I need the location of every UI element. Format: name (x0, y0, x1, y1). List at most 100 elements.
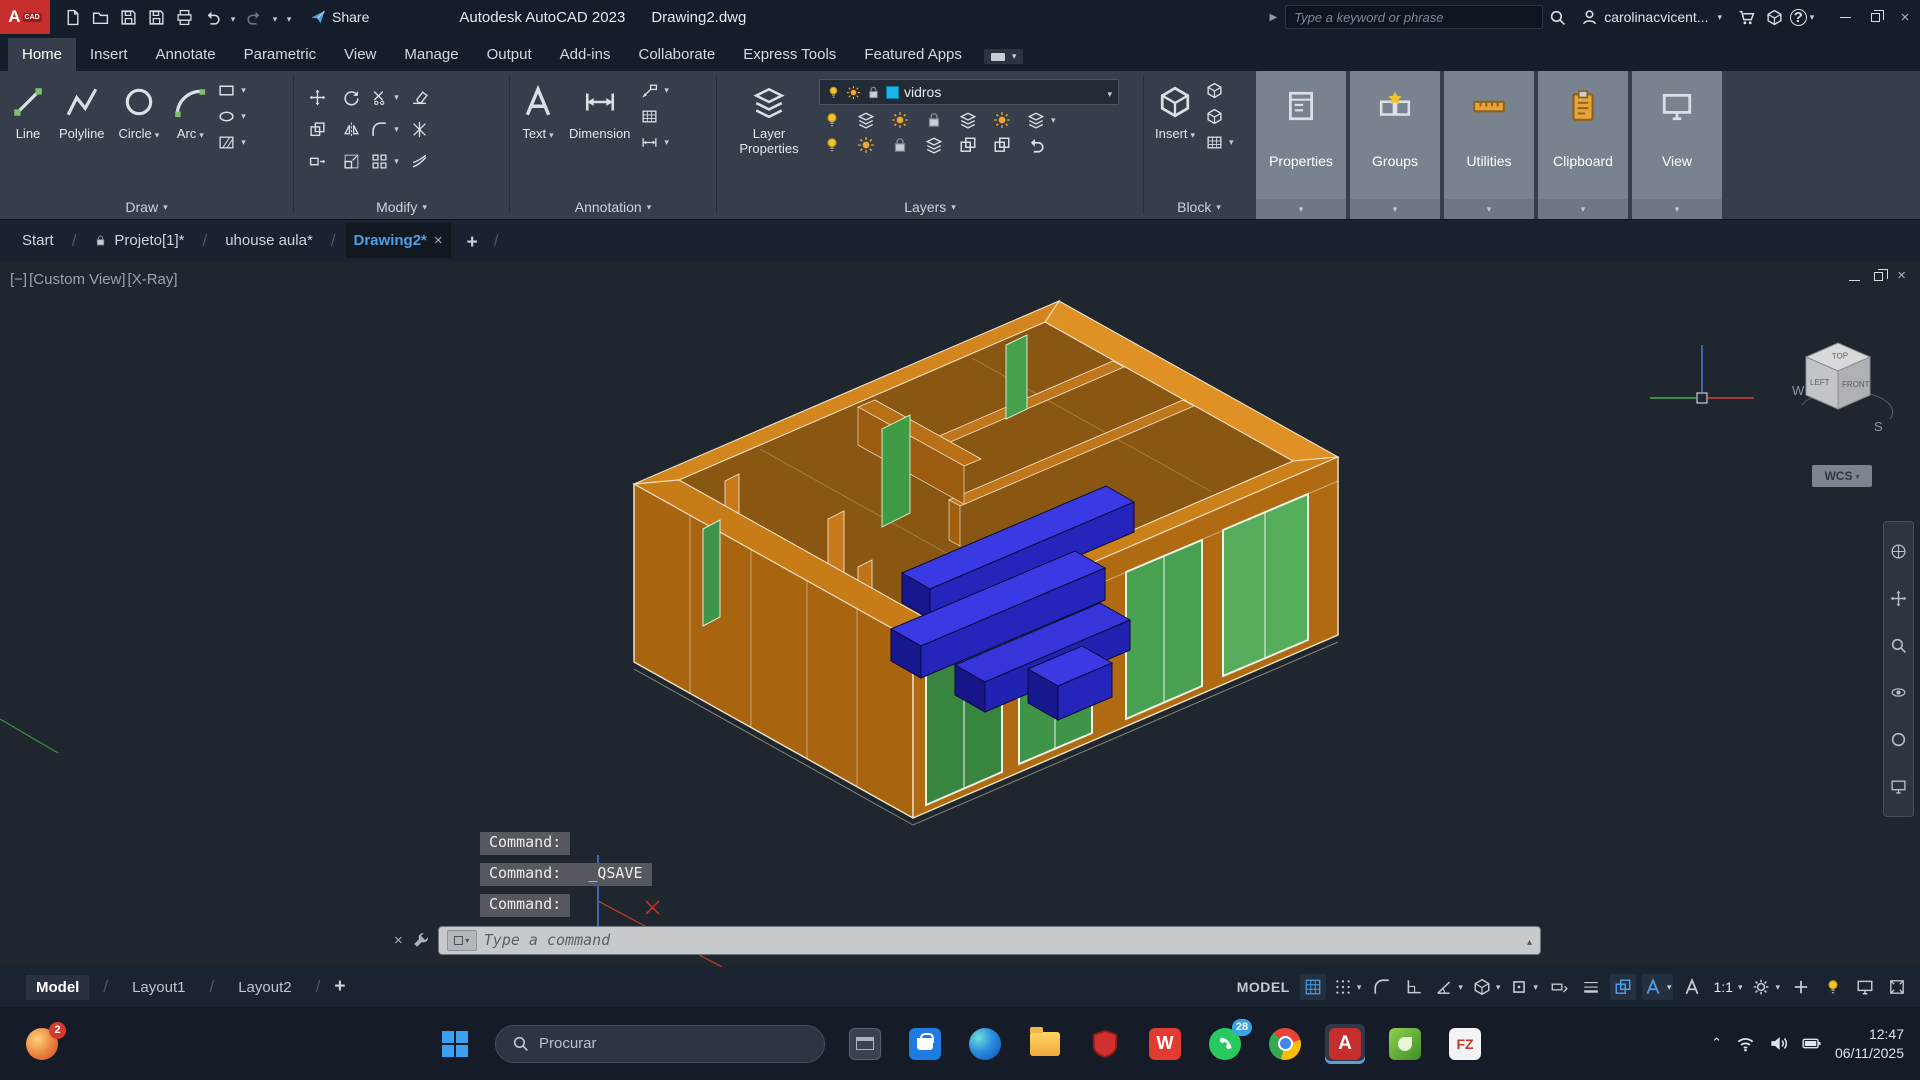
hatch-tool[interactable] (216, 133, 248, 152)
search-collapse-chevron[interactable]: ▶ (1269, 12, 1277, 23)
array-tool[interactable] (369, 152, 401, 171)
annotation-monitor-toggle[interactable] (1788, 974, 1814, 1000)
modify-panel-label[interactable]: Modify (294, 195, 509, 219)
taskbar-search[interactable] (495, 1025, 825, 1063)
table-tool[interactable] (639, 107, 671, 126)
dimension-tool[interactable]: Dimension (564, 77, 635, 145)
undo-button[interactable] (200, 5, 224, 29)
command-input[interactable]: Type a command (439, 927, 1540, 954)
account-menu[interactable]: carolinacvicent... (1581, 9, 1722, 26)
dimension-style-tool[interactable] (639, 133, 671, 152)
save-button[interactable] (116, 5, 140, 29)
clean-screen-button[interactable] (1884, 974, 1910, 1000)
antivirus-app[interactable] (1085, 1024, 1125, 1064)
layer-properties-button[interactable]: Layer Properties (723, 77, 815, 160)
edge-browser-app[interactable] (965, 1024, 1005, 1064)
viewcube-cube[interactable]: TOP LEFT FRONT (1806, 343, 1870, 409)
file-tab-drawing2[interactable]: Drawing2* (346, 223, 451, 258)
tab-insert[interactable]: Insert (76, 38, 142, 71)
3d-house-model[interactable] (634, 301, 1338, 825)
model-space-scene[interactable] (0, 261, 1920, 967)
wps-writer-app[interactable]: W (1145, 1024, 1185, 1064)
isometric-drafting-toggle[interactable] (1471, 974, 1503, 1000)
minimize-button[interactable] (1830, 0, 1860, 34)
make-current-layer-tool[interactable] (991, 110, 1013, 130)
mirror-tool[interactable] (341, 120, 362, 139)
customize-wrench-icon[interactable] (412, 931, 430, 949)
qat-customize-dropdown[interactable] (284, 9, 294, 25)
file-tab-uhouse[interactable]: uhouse aula* (217, 223, 321, 258)
layer-walk-tool[interactable] (1025, 110, 1058, 130)
doc-close-button[interactable] (1897, 267, 1906, 284)
rectangle-tool[interactable] (216, 81, 248, 100)
tab-output[interactable]: Output (473, 38, 546, 71)
save-as-button[interactable] (144, 5, 168, 29)
tab-manage[interactable]: Manage (390, 38, 472, 71)
leader-tool[interactable] (639, 81, 671, 100)
insert-block-tool[interactable]: Insert (1150, 77, 1200, 145)
app-store-cart-button[interactable] (1732, 3, 1760, 31)
layer-off-tool[interactable] (821, 110, 843, 130)
filezilla-app[interactable]: FZ (1445, 1024, 1485, 1064)
tab-featured-apps[interactable]: Featured Apps (850, 38, 976, 71)
turn-all-layers-on-tool[interactable] (821, 135, 843, 155)
layout1-tab[interactable]: Layout1 (122, 975, 195, 1000)
copy-to-layer-tool[interactable] (991, 135, 1013, 155)
visual-style-control[interactable]: [X-Ray] (128, 271, 178, 288)
line-tool[interactable]: Line (6, 77, 50, 145)
panel-utilities[interactable]: Utilities (1444, 71, 1534, 219)
panel-view[interactable]: View (1632, 71, 1722, 219)
workspace-switching-button[interactable] (1750, 974, 1782, 1000)
panel-properties[interactable]: Properties (1256, 71, 1346, 219)
annotation-scale-button[interactable]: 1:1 (1711, 974, 1744, 1000)
widgets-icon[interactable]: 2 (26, 1028, 58, 1060)
ortho-mode-toggle[interactable] (1401, 974, 1427, 1000)
lineweight-toggle[interactable] (1578, 974, 1604, 1000)
layer-lock-tool[interactable] (923, 110, 945, 130)
ellipse-tool[interactable] (216, 107, 248, 126)
thaw-all-layers-tool[interactable] (855, 135, 877, 155)
plot-button[interactable] (172, 5, 196, 29)
block-attributes-tool[interactable] (1204, 133, 1236, 152)
grid-display-toggle[interactable] (1300, 974, 1326, 1000)
autodesk-access-button[interactable] (1760, 3, 1788, 31)
task-view-app[interactable] (845, 1024, 885, 1064)
layer-unisolate-tool[interactable] (923, 135, 945, 155)
viewport-menu-control[interactable]: [−] (10, 271, 27, 288)
close-command-line-icon[interactable] (394, 930, 403, 950)
annotation-visibility-toggle[interactable] (1642, 974, 1674, 1000)
taskbar-widgets[interactable]: 2 (26, 1028, 58, 1060)
tab-collaborate[interactable]: Collaborate (624, 38, 729, 71)
layout2-tab[interactable]: Layout2 (228, 975, 301, 1000)
share-button[interactable]: Share (310, 9, 369, 25)
properties-panel-caret[interactable] (1256, 199, 1346, 219)
close-button[interactable] (1890, 0, 1920, 34)
undo-dropdown[interactable] (228, 9, 238, 25)
search-button[interactable] (1543, 3, 1571, 31)
command-history-expand-icon[interactable] (1527, 932, 1532, 948)
layer-match-tool[interactable] (957, 110, 979, 130)
view-control[interactable]: [Custom View] (29, 271, 125, 288)
application-menu-button[interactable]: A CAD (0, 0, 50, 34)
isolate-objects-button[interactable] (1820, 974, 1846, 1000)
doc-restore-button[interactable] (1874, 268, 1883, 284)
orbit-icon[interactable] (1890, 684, 1907, 701)
start-button[interactable] (435, 1024, 475, 1064)
layer-freeze-tool[interactable] (889, 110, 911, 130)
change-to-current-layer-tool[interactable] (957, 135, 979, 155)
circle-tool[interactable]: Circle (114, 77, 165, 145)
taskbar-clock[interactable]: 12:47 06/11/2025 (1835, 1025, 1904, 1063)
full-navigation-wheel-icon[interactable] (1890, 543, 1907, 560)
tab-add-ins[interactable]: Add-ins (546, 38, 625, 71)
hidden-icons-chevron[interactable]: ⌃ (1711, 1035, 1722, 1051)
clipboard-panel-caret[interactable] (1538, 199, 1628, 219)
help-menu[interactable]: ? (1788, 3, 1816, 31)
annotation-panel-label[interactable]: Annotation (510, 195, 716, 219)
view-panel-caret[interactable] (1632, 199, 1722, 219)
offset-tool[interactable] (409, 152, 430, 171)
new-tab-button[interactable] (461, 228, 484, 254)
panel-clipboard[interactable]: Clipboard (1538, 71, 1628, 219)
explode-tool[interactable] (409, 120, 430, 139)
scale-tool[interactable] (341, 152, 362, 171)
dynamic-input-toggle[interactable] (1546, 974, 1572, 1000)
